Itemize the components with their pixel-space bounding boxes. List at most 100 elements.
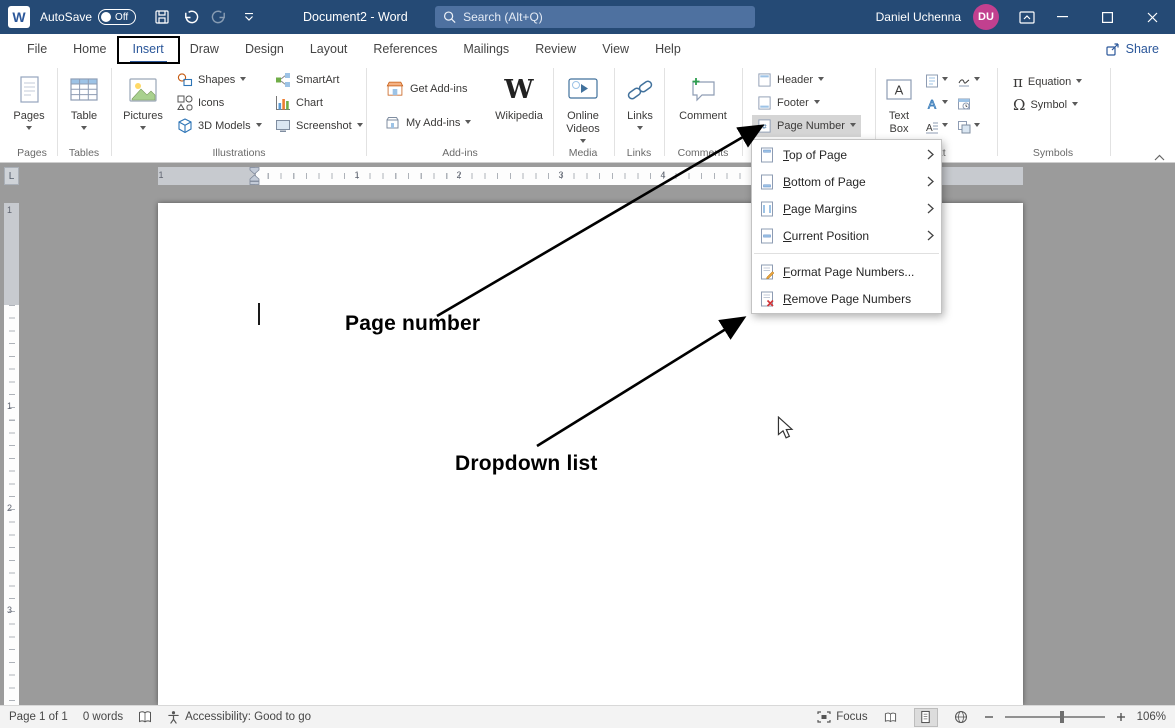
tab-mailings[interactable]: Mailings [450,34,522,64]
links-button[interactable]: Links [620,67,660,147]
chart-icon [275,95,291,111]
proofing-button[interactable] [138,710,152,724]
menu-item-page-margins[interactable]: Page Margins [752,195,941,222]
top-of-page-icon [759,147,775,163]
signature-line-button[interactable] [954,70,984,91]
3d-models-icon [177,118,193,134]
maximize-button[interactable] [1085,0,1130,34]
print-layout-button[interactable] [914,708,938,727]
pages-button[interactable]: Pages [8,67,50,147]
table-button[interactable]: Table [62,67,106,147]
submenu-chevron-icon [927,149,934,160]
menu-item-format-page-numbers[interactable]: Format Page Numbers... [752,258,941,285]
ruler-number: 1 [354,170,359,180]
quick-access-toolbar-button[interactable] [235,0,262,34]
tab-view[interactable]: View [589,34,642,64]
chevron-down-icon [942,100,948,107]
my-add-ins-button[interactable]: My Add-ins [380,112,476,134]
tab-home[interactable]: Home [60,34,119,64]
chevron-down-icon [240,77,246,84]
symbol-button[interactable]: Ω Symbol [1008,94,1083,116]
menu-item-bottom-of-page[interactable]: Bottom of Page [752,168,941,195]
comment-button[interactable]: Comment [672,67,734,147]
screenshot-label: Screenshot [296,120,352,132]
get-add-ins-button[interactable]: Get Add-ins [380,78,472,100]
page-info[interactable]: Page 1 of 1 [9,711,68,723]
header-button[interactable]: Header [752,69,829,91]
icons-button[interactable]: Icons [172,92,229,114]
pictures-button[interactable]: Pictures [118,67,168,147]
drop-cap-button[interactable]: A [922,116,952,137]
accessibility-icon [167,710,180,724]
menu-item-current-position[interactable]: Current Position [752,222,941,249]
tab-draw[interactable]: Draw [177,34,232,64]
screenshot-button[interactable]: Screenshot [270,115,368,137]
redo-button[interactable] [206,0,233,34]
save-button[interactable] [148,0,175,34]
tab-insert[interactable]: Insert [120,34,177,64]
smartart-button[interactable]: SmartArt [270,69,344,91]
word-logo-icon[interactable]: W [8,6,30,28]
object-icon [957,120,971,134]
tab-layout[interactable]: Layout [297,34,361,64]
remove-page-numbers-icon [759,291,775,307]
status-bar: Page 1 of 1 0 words Accessibility: Good … [0,705,1175,728]
footer-button[interactable]: Footer [752,92,825,114]
indent-markers[interactable] [249,167,260,185]
ruler-number: 1 [7,401,12,411]
search-box[interactable] [435,6,755,28]
symbol-label: Symbol [1030,99,1067,111]
text-box-button[interactable]: A Text Box [880,67,918,147]
tab-design[interactable]: Design [232,34,297,64]
tab-help[interactable]: Help [642,34,694,64]
table-icon [68,70,100,110]
ribbon-display-options-button[interactable] [1013,0,1040,34]
read-mode-button[interactable] [879,708,903,727]
zoom-in-button[interactable] [1116,712,1126,722]
menu-item-label: Current Position [783,229,869,243]
proofing-book-icon [138,710,152,724]
icons-label: Icons [198,97,224,109]
web-layout-button[interactable] [949,708,973,727]
group-divider [664,68,665,156]
zoom-out-button[interactable] [984,712,994,722]
zoom-slider[interactable] [1005,716,1105,718]
object-button[interactable] [954,116,984,137]
vertical-ruler[interactable]: 1 1 2 3 [4,203,19,705]
online-videos-button[interactable]: Online Videos [559,67,607,147]
share-button[interactable]: Share [1106,34,1159,64]
autosave-knob [101,12,111,22]
user-name[interactable]: Daniel Uchenna [876,10,961,24]
3d-models-button[interactable]: 3D Models [172,115,267,137]
minimize-button[interactable] [1040,0,1085,34]
store-icon [385,79,405,99]
word-count[interactable]: 0 words [83,711,123,723]
page-number-button[interactable]: # Page Number [752,115,861,137]
chevron-down-icon [942,123,948,130]
submenu-chevron-icon [927,230,934,241]
close-button[interactable] [1130,0,1175,34]
tab-references[interactable]: References [360,34,450,64]
undo-button[interactable] [177,0,204,34]
equation-button[interactable]: π Equation [1008,71,1087,93]
shapes-button[interactable]: Shapes [172,69,251,91]
avatar[interactable]: DU [973,4,999,30]
chevron-down-icon [818,77,824,84]
menu-item-label: Format Page Numbers... [783,265,914,279]
search-input[interactable] [463,10,747,24]
accessibility-status[interactable]: Accessibility: Good to go [167,710,311,724]
quick-parts-button[interactable] [922,70,952,91]
focus-button[interactable]: Focus [817,711,867,723]
chart-button[interactable]: Chart [270,92,328,114]
zoom-slider-thumb[interactable] [1060,711,1064,723]
tab-file[interactable]: File [14,34,60,64]
autosave-toggle[interactable]: AutoSave Off [40,9,136,25]
menu-item-remove-page-numbers[interactable]: Remove Page Numbers [752,285,941,312]
tab-review[interactable]: Review [522,34,589,64]
wordart-button[interactable]: A [922,93,952,114]
menu-item-top-of-page[interactable]: Top of Page [752,141,941,168]
date-time-button[interactable] [954,93,984,114]
zoom-level[interactable]: 106% [1137,711,1166,723]
wikipedia-button[interactable]: W Wikipedia [493,67,545,147]
tab-selector[interactable]: L [4,167,19,185]
